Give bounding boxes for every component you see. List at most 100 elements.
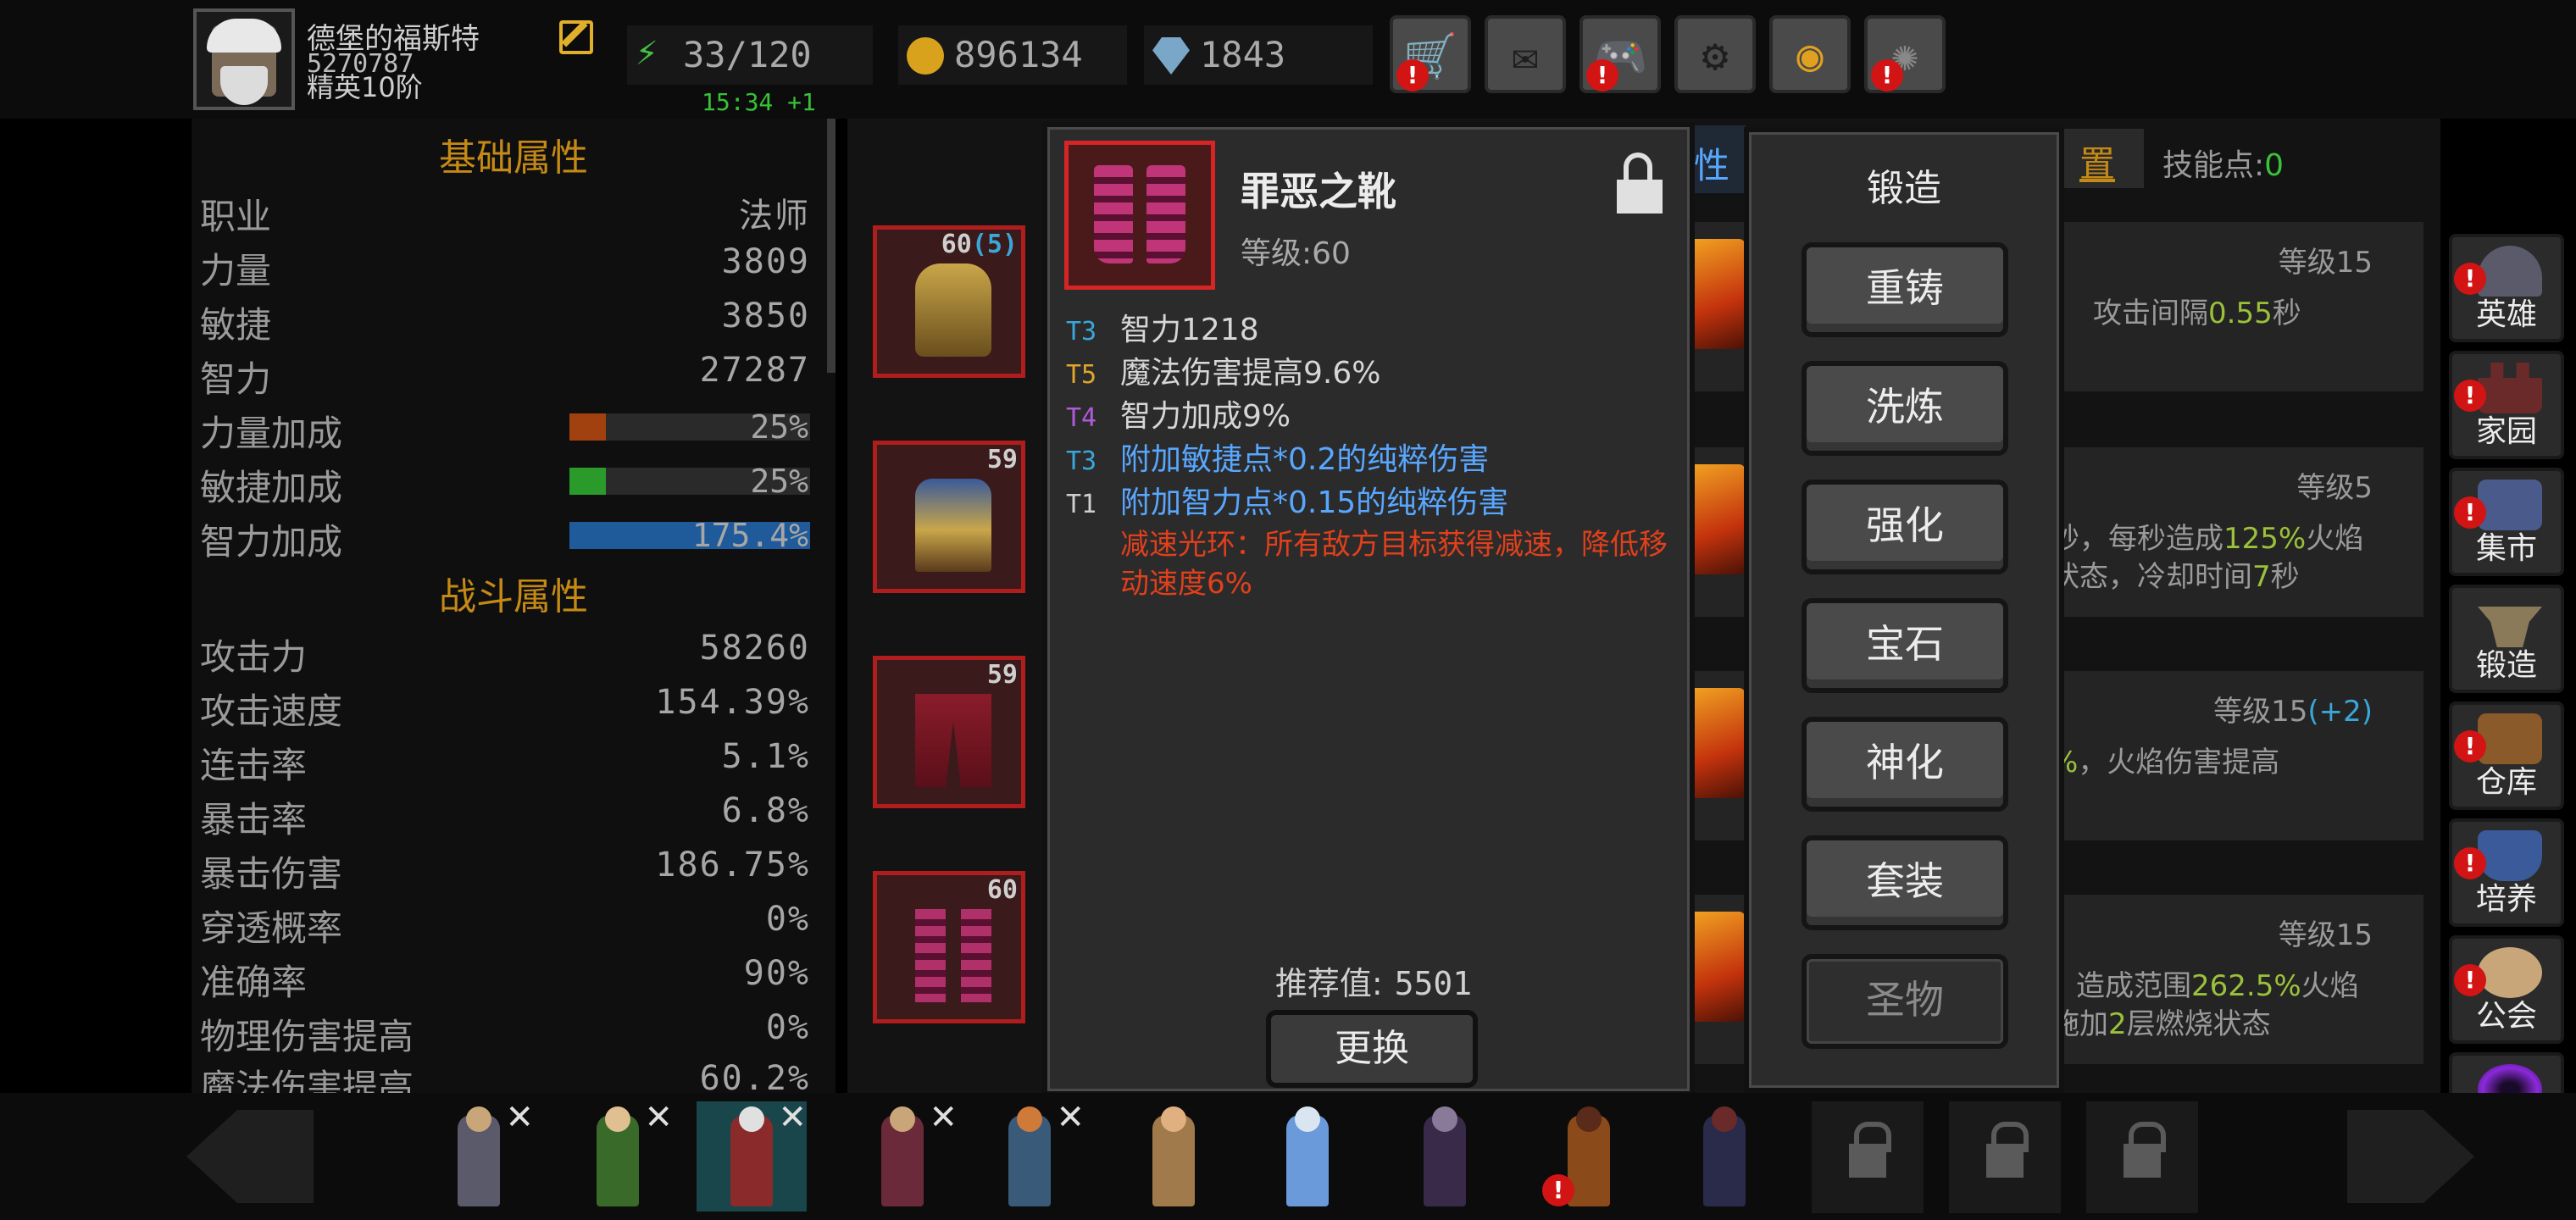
reset-skills-link[interactable]: 置: [2051, 129, 2144, 188]
item-attribute: T5 魔法伤害提高9.6%: [1066, 356, 1381, 391]
stat-row: 攻击速度 154.39%: [200, 683, 810, 732]
item-boots-icon: [1064, 141, 1215, 290]
trophy-icon: [2478, 830, 2542, 881]
refine-button[interactable]: 洗炼: [1802, 361, 2008, 456]
nav-hero[interactable]: ! 英雄: [2449, 234, 2564, 342]
nav-forge[interactable]: 锻造: [2449, 585, 2564, 693]
alert-badge: !: [1871, 59, 1903, 92]
replace-button[interactable]: 更换: [1266, 1010, 1478, 1088]
equip-slot-legs[interactable]: 59: [873, 656, 1025, 808]
fire-skill-icon: [1686, 239, 1746, 349]
settings-gear-icon: ⚙: [1702, 30, 1729, 81]
combat-stats-title: 战斗属性: [439, 575, 588, 618]
gem-counter[interactable]: 1843: [1144, 25, 1373, 85]
alert-badge: !: [1586, 59, 1618, 92]
shop-button[interactable]: 🛒 !: [1390, 15, 1471, 93]
hero-slot[interactable]: ✕: [563, 1098, 673, 1212]
item-detail-popup: 罪恶之靴 等级:60 T3 智力1218 T5 魔法伤害提高9.6% T4 智力加成9…: [1042, 122, 1695, 1096]
hero-slot-selected[interactable]: ✕: [697, 1098, 807, 1212]
hero-slot[interactable]: ✕: [974, 1098, 1085, 1212]
chest-armor-icon: [915, 263, 991, 357]
remove-icon: ✕: [1056, 1098, 1085, 1137]
gold-counter[interactable]: 896134: [898, 25, 1127, 85]
player-avatar[interactable]: [193, 8, 295, 110]
stat-row: 穿透概率 0%: [200, 900, 810, 949]
hero-slot[interactable]: [1252, 1101, 1363, 1212]
hero-slot[interactable]: ✕: [424, 1098, 534, 1212]
hero-slot[interactable]: [1119, 1101, 1229, 1212]
hero-slot[interactable]: [1390, 1101, 1500, 1212]
fire-skill-icon: [1686, 688, 1746, 798]
nav-training[interactable]: ! 培养: [2449, 818, 2564, 927]
hero-slot[interactable]: [1669, 1101, 1779, 1212]
nav-market[interactable]: ! 集市: [2449, 468, 2564, 576]
boots-icon: [915, 909, 991, 1002]
stat-row: 智力 27287: [200, 351, 810, 400]
locked-hero-slot[interactable]: [1949, 1101, 2061, 1213]
equip-slot-boots[interactable]: 60: [873, 871, 1025, 1023]
robe-icon: [915, 479, 991, 572]
edit-name-icon[interactable]: [559, 20, 593, 54]
stat-row: 攻击力 58260: [200, 629, 810, 678]
gold-coin-icon: [907, 37, 944, 75]
item-level: 等级:60: [1241, 236, 1351, 271]
item-attribute: T3 智力1218: [1066, 313, 1259, 347]
alert-badge: !: [1396, 59, 1429, 92]
bonus-row: 力量加成 25%: [200, 408, 810, 454]
fire-skill-icon: [1686, 464, 1746, 574]
locked-hero-slot[interactable]: [2086, 1101, 2198, 1213]
deify-button[interactable]: 神化: [1802, 717, 2008, 812]
nav-warehouse[interactable]: ! 仓库: [2449, 702, 2564, 810]
stat-row: 暴击伤害 186.75%: [200, 846, 810, 895]
energy-timer: 15:34 +1: [702, 88, 816, 116]
equip-slot-robe[interactable]: 59: [873, 441, 1025, 593]
stat-row: 物理伤害提高 0%: [200, 1008, 810, 1057]
chest-icon: [2478, 713, 2542, 764]
color-wheel-button[interactable]: ◉: [1769, 15, 1851, 93]
energy-counter[interactable]: 33/120: [627, 25, 873, 85]
forge-title: 锻造: [1867, 167, 1941, 210]
stat-row: 准确率 90%: [200, 954, 810, 1003]
nav-home[interactable]: ! 家园: [2449, 351, 2564, 459]
stat-row: 连击率 5.1%: [200, 737, 810, 786]
fireworks-button[interactable]: ✺ !: [1864, 15, 1946, 93]
unlock-icon[interactable]: [1617, 152, 1663, 215]
anvil-icon: [2478, 607, 2542, 647]
color-wheel-icon: ◉: [1796, 30, 1824, 81]
remove-icon: ✕: [505, 1098, 534, 1137]
locked-hero-slot[interactable]: [1812, 1101, 1924, 1213]
energy-icon: [636, 30, 673, 75]
stat-row: 敏捷 3850: [200, 297, 810, 346]
bonus-row: 智力加成 175.4%: [200, 517, 810, 563]
hero-slot[interactable]: ✕: [847, 1098, 958, 1212]
lock-icon: [2124, 1122, 2166, 1178]
market-stall-icon: [2478, 480, 2542, 530]
item-recommend-value: 推荐值: 5501: [1274, 965, 1473, 1002]
relic-button[interactable]: 圣物: [1802, 954, 2008, 1049]
strength-bonus-bar: 25%: [569, 408, 810, 446]
equip-slot-chest[interactable]: 60(5): [873, 225, 1025, 378]
player-rank: 精英10阶: [307, 71, 423, 103]
forge-popup: 锻造 重铸 洗炼 强化 宝石 神化 套装 圣物: [1744, 127, 2064, 1093]
settings-button[interactable]: ⚙: [1674, 15, 1756, 93]
nav-guild[interactable]: ! 公会: [2449, 935, 2564, 1044]
stat-row: 职业 法师: [200, 196, 810, 237]
stat-row: 魔法伤害提高 60.2%: [200, 1059, 810, 1093]
mail-button[interactable]: ✉: [1485, 15, 1566, 93]
alert-badge: !: [1542, 1174, 1574, 1206]
gem-button[interactable]: 宝石: [1802, 598, 2008, 693]
intellect-bonus-bar: 175.4%: [569, 517, 810, 554]
recast-button[interactable]: 重铸: [1802, 242, 2008, 337]
hero-slot[interactable]: !: [1534, 1101, 1644, 1212]
leg-armor-icon: [915, 694, 991, 787]
mail-icon: ✉: [1512, 30, 1539, 81]
remove-icon: ✕: [929, 1098, 958, 1137]
castle-icon: [2478, 363, 2542, 413]
stats-scrollbar[interactable]: [827, 119, 836, 373]
stat-row: 力量 3809: [200, 242, 810, 291]
basic-stats-title: 基础属性: [439, 136, 588, 180]
set-button[interactable]: 套装: [1802, 835, 2008, 930]
item-attribute: T3 附加敏捷点*0.2的纯粹伤害: [1066, 442, 1490, 477]
enhance-button[interactable]: 强化: [1802, 480, 2008, 574]
gamepad-button[interactable]: 🎮 !: [1579, 15, 1661, 93]
